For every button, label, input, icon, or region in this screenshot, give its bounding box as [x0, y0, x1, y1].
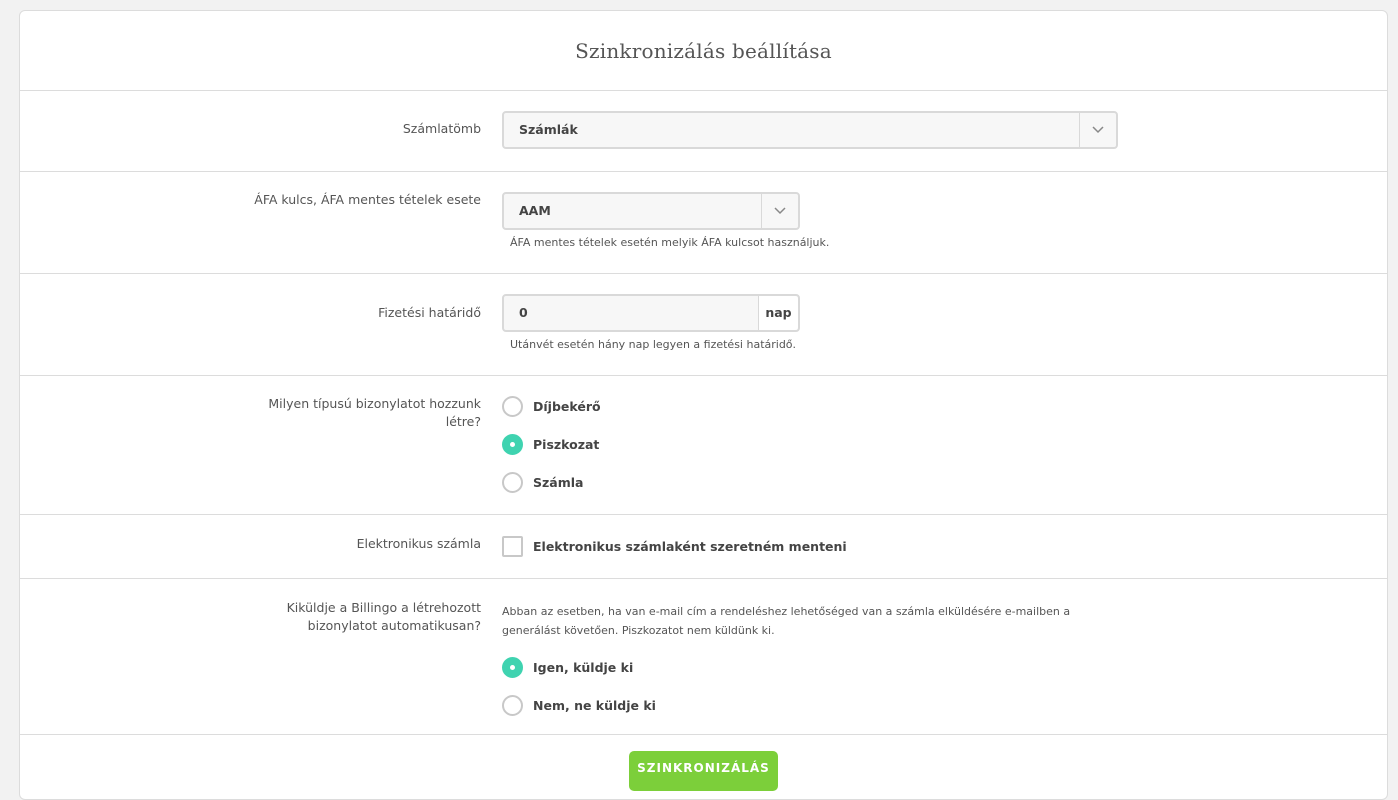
- radio-option-szamla[interactable]: Számla: [502, 463, 601, 501]
- vat-field: AAM ÁFA mentes tételek esetén melyik ÁFA…: [502, 192, 829, 252]
- einvoice-label: Elektronikus számla: [356, 536, 481, 551]
- doc-type-label: Milyen típusú bizonylatot hozzunk létre?: [268, 396, 481, 429]
- settings-card: Szinkronizálás beállítása Számlatömb Szá…: [19, 10, 1388, 800]
- vat-help: ÁFA mentes tételek esetén melyik ÁFA kul…: [510, 236, 830, 249]
- send-label: Kiküldje a Billingo a létrehozott bizony…: [286, 600, 481, 633]
- einvoice-checkbox-label: Elektronikus számlaként szeretném menten…: [533, 538, 847, 554]
- deadline-help: Utánvét esetén hány nap legyen a fizetés…: [510, 338, 797, 351]
- row-doc-type: Milyen típusú bizonylatot hozzunk létre?…: [20, 376, 1387, 515]
- chevron-down-icon[interactable]: [1079, 113, 1116, 147]
- invoice-block-select[interactable]: Számlák: [502, 111, 1118, 149]
- deadline-input[interactable]: 0 nap: [502, 294, 800, 332]
- radio-label: Piszkozat: [533, 436, 600, 452]
- send-options: Igen, küldje ki Nem, ne küldje ki: [502, 648, 1122, 724]
- send-field: Abban az esetben, ha van e-mail cím a re…: [502, 602, 1122, 724]
- page-title: Szinkronizálás beállítása: [575, 38, 832, 63]
- radio-button[interactable]: [502, 471, 523, 493]
- einvoice-field: Elektronikus számlaként szeretném menten…: [502, 527, 847, 565]
- radio-button[interactable]: [502, 656, 523, 678]
- row-vat: ÁFA kulcs, ÁFA mentes tételek esete AAM …: [20, 172, 1387, 274]
- deadline-value: 0: [519, 305, 528, 320]
- vat-value: AAM: [519, 203, 551, 218]
- radio-label: Számla: [533, 474, 584, 490]
- row-einvoice: Elektronikus számla Elektronikus számlak…: [20, 515, 1387, 579]
- radio-button[interactable]: [502, 395, 523, 417]
- radio-label: Igen, küldje ki: [533, 659, 634, 675]
- deadline-label: Fizetési határidő: [378, 305, 481, 320]
- radio-option-piszkozat[interactable]: Piszkozat: [502, 425, 601, 463]
- einvoice-checkbox-item[interactable]: Elektronikus számlaként szeretném menten…: [502, 527, 847, 565]
- radio-label: Díjbekérő: [533, 398, 601, 414]
- card-header: Szinkronizálás beállítása: [20, 11, 1387, 91]
- invoice-block-label: Számlatömb: [402, 121, 481, 136]
- radio-label: Nem, ne küldje ki: [533, 697, 656, 713]
- row-invoice-block: Számlatömb Számlák: [20, 91, 1387, 172]
- radio-button[interactable]: [502, 694, 523, 716]
- deadline-field: 0 nap Utánvét esetén hány nap legyen a f…: [502, 294, 800, 354]
- einvoice-checkbox[interactable]: [502, 535, 523, 557]
- doc-type-options: Díjbekérő Piszkozat Számla: [502, 387, 601, 501]
- sync-button[interactable]: SZINKRONIZÁLÁS: [629, 751, 778, 791]
- row-send: Kiküldje a Billingo a létrehozott bizony…: [20, 579, 1387, 735]
- radio-option-send-yes[interactable]: Igen, küldje ki: [502, 648, 1122, 686]
- chevron-down-icon[interactable]: [761, 194, 798, 228]
- send-description: Abban az esetben, ha van e-mail cím a re…: [502, 605, 1071, 637]
- radio-option-send-no[interactable]: Nem, ne küldje ki: [502, 686, 1122, 724]
- vat-select[interactable]: AAM: [502, 192, 800, 230]
- deadline-unit: nap: [758, 296, 798, 330]
- invoice-block-value: Számlák: [519, 122, 578, 137]
- radio-button[interactable]: [502, 433, 523, 455]
- radio-option-dijbekero[interactable]: Díjbekérő: [502, 387, 601, 425]
- invoice-block-field: Számlák: [502, 111, 1118, 149]
- row-deadline: Fizetési határidő 0 nap Utánvét esetén h…: [20, 274, 1387, 376]
- vat-label: ÁFA kulcs, ÁFA mentes tételek esete: [254, 192, 481, 207]
